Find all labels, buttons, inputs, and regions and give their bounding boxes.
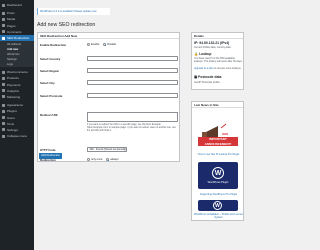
analytics-icon bbox=[2, 89, 5, 93]
wp-install-image[interactable]: W bbox=[198, 200, 238, 211]
admin-sidebar: Dashboard Posts Media Pages Comments SEO… bbox=[0, 0, 34, 250]
city-select[interactable] bbox=[87, 80, 178, 85]
update-notice-text[interactable]: WordPress 6.4.3 is available! Please upd… bbox=[40, 10, 97, 13]
form-panel-header: SEO Redirection Add New bbox=[38, 33, 179, 39]
redirect-url-label: Redirect URL bbox=[40, 113, 59, 117]
plugins-icon bbox=[2, 109, 5, 113]
lock-icon: 🔒 bbox=[194, 52, 199, 56]
add-redirection-button[interactable]: Add Redirection bbox=[39, 153, 62, 159]
chevron-down-icon: ▾ bbox=[123, 148, 125, 151]
disable-radio-label: Disable bbox=[107, 43, 117, 47]
always-radio[interactable] bbox=[106, 158, 110, 162]
wp-plugin-caption: WordPress Plugin bbox=[207, 181, 229, 184]
postcode-text: GeoIP Postcode profile bbox=[194, 81, 220, 84]
users-icon bbox=[2, 116, 5, 120]
redirect-icon bbox=[2, 36, 5, 40]
upgrade-link[interactable]: upgrade to a plan bbox=[194, 67, 213, 70]
page-title: Add new SEO redirection bbox=[37, 22, 96, 28]
status-select[interactable]: 302 - Found (Moved temporarily) ▾ bbox=[87, 147, 127, 152]
once-radio-label: only once bbox=[91, 158, 103, 162]
redirection-label: Redirection bbox=[40, 158, 56, 162]
wordpress-logo-icon: W bbox=[213, 201, 222, 210]
submenu-logs[interactable]: Logs bbox=[0, 62, 34, 67]
settings-icon bbox=[2, 128, 5, 132]
ip-subtext: Current Public data, country data bbox=[194, 46, 231, 49]
lookup-title: 🔒 Lookup bbox=[194, 52, 211, 56]
appearance-icon bbox=[2, 103, 5, 107]
posts-icon bbox=[2, 11, 5, 15]
enable-radio[interactable] bbox=[87, 43, 90, 47]
enable-label: Enable Redirection bbox=[40, 43, 67, 47]
country-select[interactable] bbox=[87, 56, 178, 61]
details-panel: Details IP: 94.60.132.21 (IPv4) Current … bbox=[191, 32, 244, 90]
products-icon bbox=[2, 76, 5, 80]
wordpress-logo-icon: W bbox=[212, 167, 224, 179]
media-icon bbox=[2, 17, 5, 21]
collapse-icon bbox=[2, 134, 5, 138]
update-notice[interactable]: WordPress 6.4.3 is available! Please upd… bbox=[37, 8, 110, 15]
comments-icon bbox=[2, 30, 5, 34]
news-link-2[interactable]: Supporting WordPress Pro Plugin bbox=[194, 193, 243, 196]
lookup-more: to receive more lookups. bbox=[214, 67, 242, 70]
postcode-title-text: Postcode data bbox=[198, 75, 222, 79]
lookup-upgrade: upgrade to a plan to receive more lookup… bbox=[194, 67, 243, 70]
disable-radio[interactable] bbox=[103, 43, 107, 47]
postcode-select[interactable] bbox=[87, 93, 178, 98]
details-panel-header: Details bbox=[192, 33, 243, 39]
enable-radio-group: Enable Disable bbox=[87, 43, 119, 47]
announcement-banner: IMPORTANT ANNOUNCEMENT! bbox=[198, 137, 238, 146]
news-panel-header: Last News in Site bbox=[192, 102, 243, 108]
announcement-image[interactable]: IMPORTANT ANNOUNCEMENT! bbox=[196, 118, 240, 148]
wp-plugin-image[interactable]: W WordPress Plugin bbox=[198, 162, 238, 189]
postcode-icon: ▣ bbox=[194, 75, 198, 79]
woocommerce-icon bbox=[2, 70, 5, 74]
news-panel: Last News in Site IMPORTANT ANNOUNCEMENT… bbox=[191, 101, 244, 221]
news-link-1[interactable]: How to use Site IP Lookup Pro Plugin bbox=[194, 153, 243, 156]
dashboard-icon bbox=[2, 3, 5, 7]
tools-icon bbox=[2, 122, 5, 126]
postcode-label: Select Postcode bbox=[40, 94, 63, 98]
region-select[interactable] bbox=[87, 68, 178, 73]
enable-radio-label: Enable bbox=[91, 43, 100, 47]
city-label: Select City bbox=[40, 81, 55, 85]
always-radio-label: always bbox=[110, 158, 119, 162]
ip-line: IP: 94.60.132.21 (IPv4) bbox=[194, 41, 230, 45]
seo-redirection-submenu: All redirects Add new 404 Errors Setting… bbox=[0, 41, 34, 68]
country-label: Select Country bbox=[40, 57, 61, 61]
redirection-radio-group: only once always bbox=[87, 158, 122, 162]
news-link-3[interactable]: WordPress Installation – Profile and Lic… bbox=[194, 213, 243, 219]
region-label: Select Region bbox=[40, 69, 60, 73]
status-label: HTTP Code bbox=[40, 148, 56, 152]
sidebar-collapse-menu[interactable]: Collapse menu bbox=[0, 133, 34, 139]
postcode-title: ▣ Postcode data bbox=[194, 75, 221, 79]
once-radio[interactable] bbox=[87, 158, 90, 162]
redirect-url-description: If you want to redirect the URL to a spe… bbox=[87, 124, 176, 132]
payments-icon bbox=[2, 83, 5, 87]
status-select-value: 302 - Found (Moved temporarily) bbox=[89, 148, 126, 151]
lookup-text: You have used 3 of the 500 available loo… bbox=[194, 57, 243, 64]
redirect-form-panel: SEO Redirection Add New Enable Redirecti… bbox=[37, 32, 180, 162]
lookup-title-text: Lookup bbox=[199, 52, 212, 56]
redirect-url-textarea[interactable] bbox=[87, 112, 178, 122]
marketing-icon bbox=[2, 95, 5, 99]
pages-icon bbox=[2, 24, 5, 28]
